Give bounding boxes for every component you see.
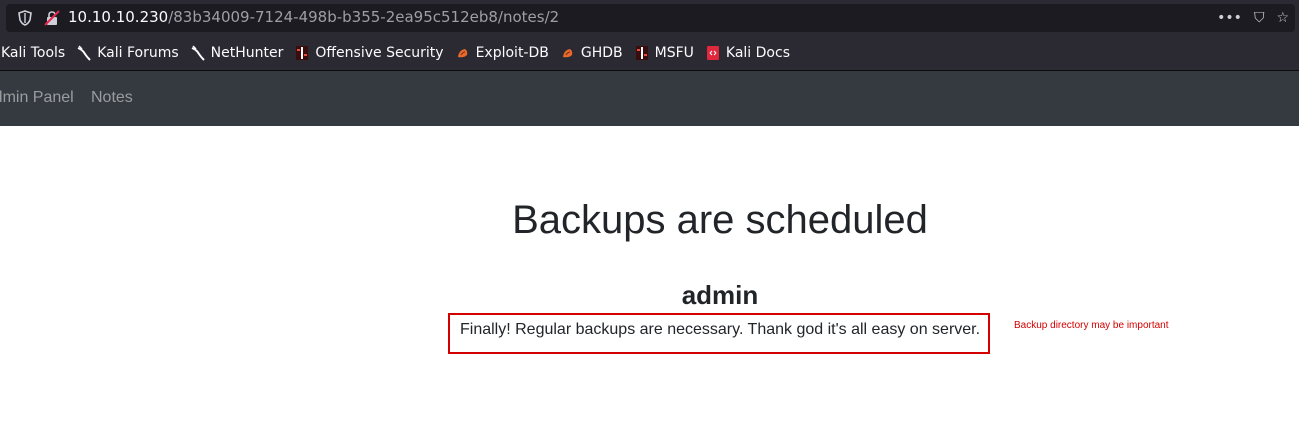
bookmark-label: Kali Tools (1, 45, 66, 61)
site-navbar: Admin Panel Notes (0, 71, 1299, 126)
browser-toolbar: 10.10.10.230/83b34009-7124-498b-b355-2ea… (0, 0, 1299, 36)
bookmark-offensive-security[interactable]: Offensive Security (295, 45, 444, 61)
note-author: admin (681, 280, 759, 310)
url-text[interactable]: 10.10.10.230/83b34009-7124-498b-b355-2ea… (68, 8, 559, 26)
bookmark-nethunter[interactable]: NetHunter (191, 45, 284, 61)
bookmark-exploit-db[interactable]: Exploit-DB (456, 45, 549, 61)
exploitdb-icon (457, 49, 467, 58)
bookmark-label: Exploit-DB (475, 45, 549, 61)
bookmark-kali-tools[interactable]: Kali Tools (1, 45, 65, 61)
offsec-icon (635, 46, 648, 60)
bookmark-kali-docs[interactable]: Kali Docs (706, 45, 790, 61)
bookmark-label: MSFU (654, 45, 694, 61)
kali-docs-icon (706, 46, 719, 60)
kali-dragon-icon (191, 45, 205, 61)
kali-dragon-icon (77, 45, 91, 61)
bookmark-msfu[interactable]: MSFU (635, 45, 694, 61)
bookmark-kali-forums[interactable]: Kali Forums (77, 45, 179, 61)
note-body: Finally! Regular backups are necessary. … (460, 321, 981, 338)
shield-icon[interactable] (18, 10, 32, 26)
bookmark-star-icon[interactable]: ☆ (1276, 9, 1289, 27)
nav-notes[interactable]: Notes (91, 89, 133, 107)
bookmark-label: Offensive Security (315, 45, 444, 61)
bookmark-label: NetHunter (210, 45, 284, 61)
more-actions-icon[interactable]: ••• (1217, 9, 1242, 27)
nav-admin-panel[interactable]: Admin Panel (0, 89, 74, 107)
bookmark-label: Kali Docs (725, 45, 790, 61)
note-title: Backups are scheduled (512, 198, 928, 242)
bookmark-label: GHDB (580, 45, 623, 61)
bookmarks-bar: Kali Tools Kali Forums NetHunter Offensi… (0, 36, 1299, 71)
annotation-text: Backup directory may be important (1014, 320, 1169, 331)
url-path: /83b34009-7124-498b-b355-2ea95c512eb8/no… (168, 8, 560, 26)
offsec-icon (296, 46, 309, 60)
exploitdb-icon (562, 49, 573, 58)
url-host: 10.10.10.230 (68, 8, 169, 26)
bookmark-label: Kali Forums (97, 45, 179, 61)
insecure-lock-icon[interactable] (44, 10, 60, 26)
bookmark-ghdb[interactable]: GHDB (561, 45, 623, 61)
pocket-icon[interactable]: ⛉ (1254, 9, 1265, 27)
